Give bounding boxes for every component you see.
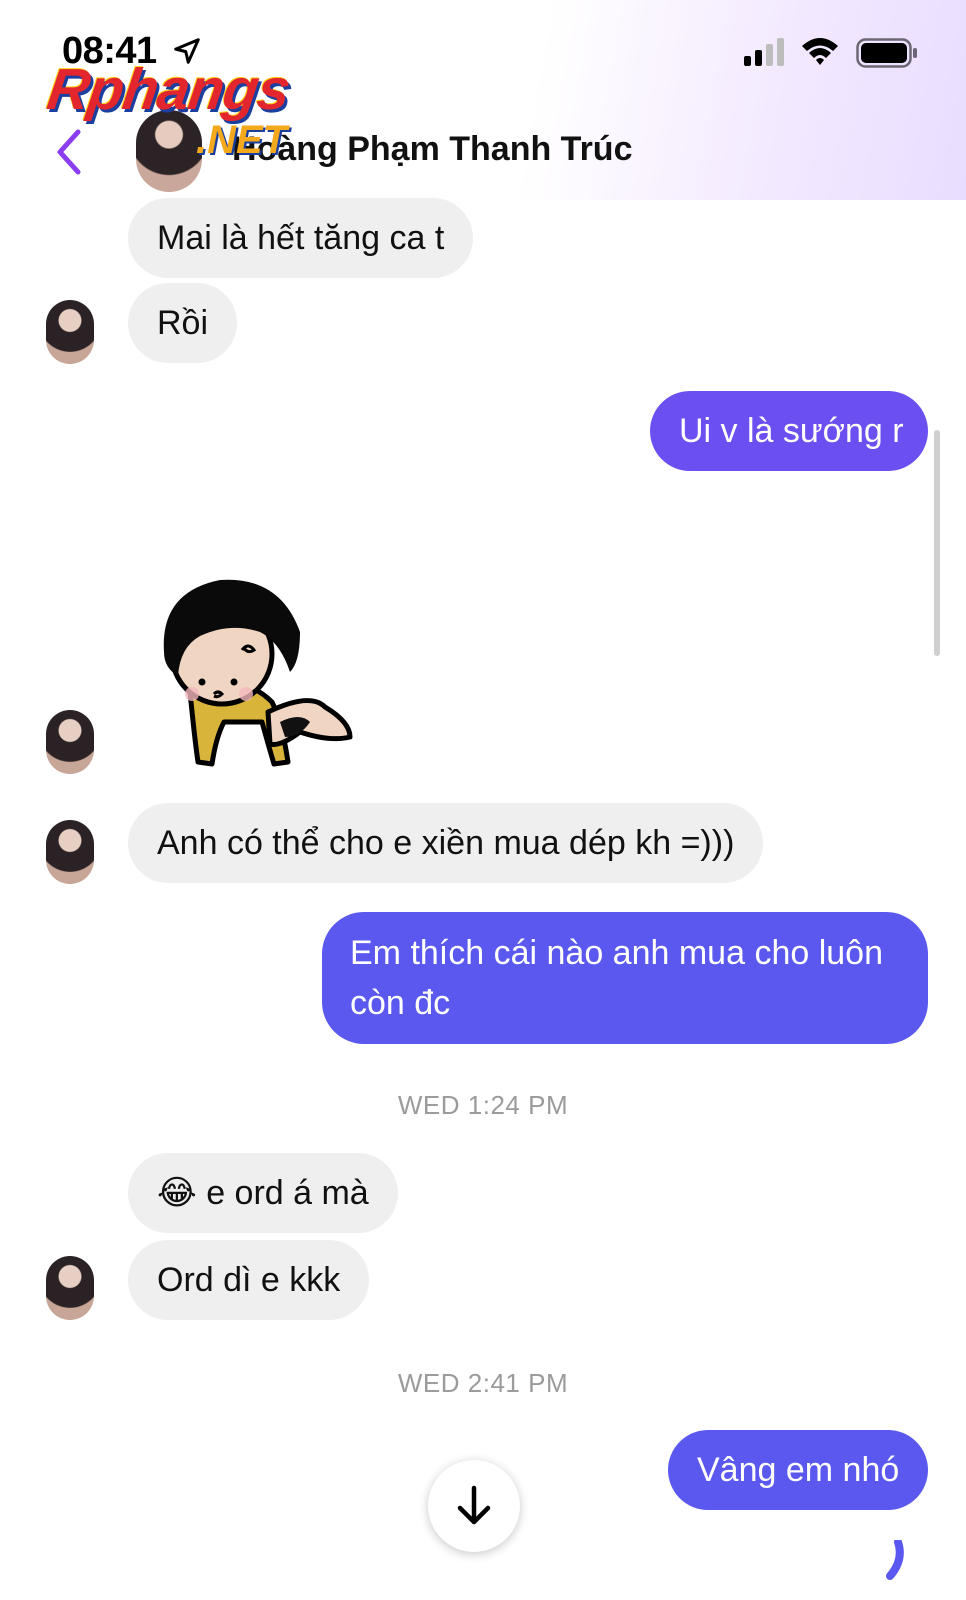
scrollbar[interactable] (934, 430, 940, 656)
battery-icon (856, 38, 917, 68)
sender-avatar (46, 1256, 94, 1320)
message-bubble-incoming[interactable]: 😂 e ord á mà (128, 1153, 398, 1233)
sender-avatar (46, 820, 94, 884)
message-timestamp: WED 2:41 PM (397, 1368, 569, 1398)
laughing-emoji: 😂 (157, 1174, 197, 1212)
wifi-icon (802, 38, 838, 65)
message-bubble-incoming[interactable]: Ord dì e kkk (128, 1240, 370, 1320)
cellular-signal-icon (744, 38, 784, 66)
message-bubble-incoming[interactable]: Mai là hết tăng ca t (128, 198, 474, 278)
seen-indicator-icon (886, 1540, 904, 1580)
watermark-logo: Rphangs (43, 57, 294, 122)
contact-name[interactable]: Hoàng Phạm Thanh Trúc (232, 130, 632, 169)
message-line: còn đc (350, 984, 451, 1022)
message-bubble-outgoing[interactable]: Vâng em nhó (668, 1430, 928, 1510)
message-bubble-incoming[interactable]: Anh có thể cho e xiền mua dép kh =))) (128, 803, 764, 883)
message-bubble-incoming[interactable]: Rồi (128, 283, 238, 363)
message-bubble-outgoing[interactable]: Em thích cái nào anh mua cho luôn còn đc (322, 912, 928, 1044)
message-line: Em thích cái nào anh mua cho luôn (350, 934, 883, 972)
sender-avatar (46, 710, 94, 774)
back-arrow-icon[interactable] (52, 128, 86, 176)
message-timestamp: WED 1:24 PM (397, 1090, 569, 1120)
scroll-to-bottom-button[interactable] (428, 1460, 520, 1552)
arrow-down-icon (457, 1485, 491, 1525)
watermark-logo-suffix: .NET (196, 118, 288, 162)
sender-avatar (46, 300, 94, 364)
message-bubble-outgoing[interactable]: Ui v là sướng r (650, 391, 928, 471)
message-text: e ord á mà (206, 1174, 369, 1212)
crawling-girl-sticker[interactable] (150, 572, 360, 782)
